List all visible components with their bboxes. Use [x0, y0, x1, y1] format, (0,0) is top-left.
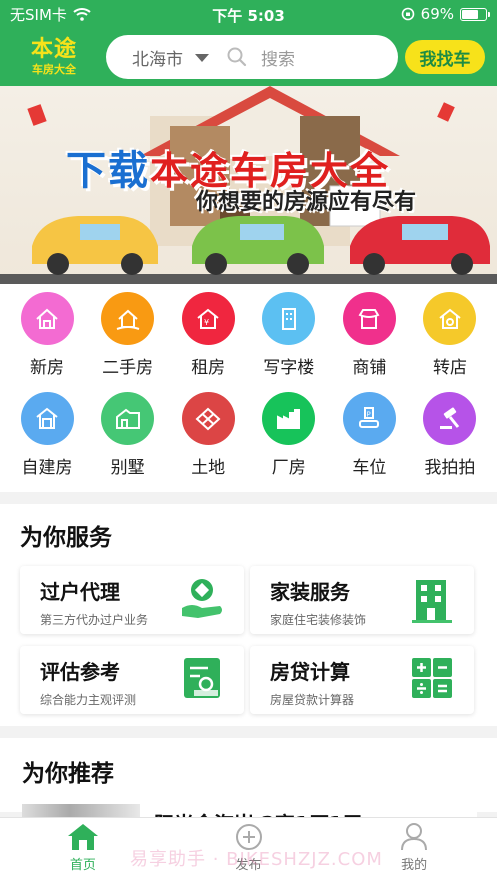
tab-bar: 首页 发布 我的 易享助手 · BIKESHZJZ.COM [0, 817, 497, 883]
category-row: 新房 二手房 ¥ 租房 写字楼 商铺 转店 [0, 292, 497, 392]
category-item[interactable]: 土地 [174, 392, 242, 492]
parking-icon: P [359, 406, 380, 428]
logo-sub-text: 车房大全 [32, 63, 76, 76]
service-card-mortgage[interactable]: 房贷计算 房屋贷款计算器 [250, 646, 474, 714]
status-bar: 无SIM卡 下午 5:03 69% [0, 0, 497, 28]
city-selector[interactable]: 北海市 [132, 45, 183, 70]
banner-slogan: 你想要的房源应有尽有 [196, 190, 417, 215]
service-card-evaluation[interactable]: 评估参考 综合能力主观评测 [20, 646, 244, 714]
villa-icon [115, 408, 140, 429]
service-card-transfer[interactable]: 过户代理 第三方代办过户业务 [20, 566, 244, 634]
category-icon-circle [20, 292, 74, 345]
logo-main-text: 本途 [30, 37, 77, 62]
services-title: 为你服务 [20, 525, 112, 551]
category-item[interactable]: 自建房 [13, 392, 81, 492]
app-screen: 无SIM卡 下午 5:03 69% 本途 车房大全 北海市 搜索 我找车 下载本… [0, 0, 497, 883]
category-item[interactable]: 厂房 [255, 392, 323, 492]
factory-icon [276, 408, 300, 429]
category-label: 厂房 [271, 458, 306, 478]
services-section: 为你服务 过户代理 第三方代办过户业务 家装服务 家庭住宅装修装饰 评估参考 综… [0, 504, 497, 726]
user-icon [401, 823, 428, 851]
shop-icon [358, 308, 380, 329]
category-label: 别墅 [110, 458, 145, 478]
category-icon-circle [101, 392, 155, 445]
recommend-title: 为你推荐 [22, 761, 114, 787]
category-icon-circle [262, 292, 316, 345]
calculator-icon [412, 658, 452, 698]
category-item[interactable]: 写字楼 [255, 292, 323, 392]
category-label: 二手房 [102, 358, 154, 378]
top-bar: 无SIM卡 下午 5:03 69% 本途 车房大全 北海市 搜索 我找车 [0, 0, 497, 86]
banner-title-blue: 下载 [66, 148, 150, 194]
new-house-icon [36, 308, 58, 329]
chevron-down-icon[interactable] [195, 54, 209, 62]
category-icon-circle [262, 392, 316, 445]
category-icon-circle [423, 292, 477, 345]
category-label: 我拍拍 [424, 458, 476, 478]
search-input[interactable]: 搜索 [261, 45, 295, 70]
category-icon-circle [20, 392, 74, 445]
battery-icon [460, 7, 490, 21]
category-icon-circle [423, 392, 477, 445]
category-item[interactable]: 新房 [13, 292, 81, 392]
category-item[interactable]: 我拍拍 [416, 392, 484, 492]
category-item[interactable]: 别墅 [94, 392, 162, 492]
category-icon-circle [342, 292, 396, 345]
category-icon-circle: P [342, 392, 396, 445]
battery-percent: 69% [420, 5, 454, 23]
transfer-shop-icon [439, 308, 461, 329]
recommend-section: 为你推荐 [0, 738, 497, 812]
category-label: 转店 [432, 358, 467, 378]
home-icon [67, 824, 98, 850]
app-logo: 本途 车房大全 [22, 37, 86, 76]
watermark-text: 易享助手 · BIKESHZJZ.COM [130, 849, 383, 870]
category-item[interactable]: 转店 [416, 292, 484, 392]
category-grid: 新房 二手房 ¥ 租房 写字楼 商铺 转店 自建房 别墅 土地 厂房 P 车位 我拍拍 [0, 284, 497, 492]
promo-banner[interactable]: 下载本途车房大全 你想要的房源应有尽有 [0, 86, 497, 284]
category-label: 土地 [191, 458, 226, 478]
wifi-icon [73, 8, 91, 21]
category-label: 新房 [30, 358, 64, 378]
category-icon-circle: ¥ [181, 292, 235, 345]
service-card-decoration[interactable]: 家装服务 家庭住宅装修装饰 [250, 566, 474, 634]
category-row: 自建房 别墅 土地 厂房 P 车位 我拍拍 [0, 392, 497, 492]
search-icon [227, 47, 247, 67]
auction-icon [439, 406, 460, 429]
self-built-house-icon [36, 407, 58, 429]
category-label: 车位 [352, 458, 387, 478]
tab-label: 首页 [69, 858, 96, 873]
header: 本途 车房大全 北海市 搜索 我找车 [0, 28, 497, 86]
category-label: 租房 [191, 358, 226, 378]
category-label: 写字楼 [263, 358, 315, 378]
land-icon [195, 407, 221, 430]
second-hand-house-icon [116, 309, 139, 330]
decoration-building-icon [412, 580, 452, 623]
office-building-icon [281, 307, 296, 330]
category-item[interactable]: 商铺 [335, 292, 403, 392]
section-divider [0, 492, 497, 504]
orientation-lock-icon [401, 7, 414, 21]
category-item[interactable]: P 车位 [335, 392, 403, 492]
rent-icon: ¥ [197, 308, 219, 329]
category-label: 商铺 [352, 358, 387, 378]
transfer-agent-icon [182, 579, 222, 618]
search-bar[interactable]: 北海市 搜索 [106, 35, 398, 79]
category-item[interactable]: ¥ 租房 [174, 292, 242, 392]
category-icon-circle [181, 392, 235, 445]
tab-label: 我的 [401, 858, 428, 873]
svg-text:¥: ¥ [204, 318, 209, 327]
services-grid: 过户代理 第三方代办过户业务 家装服务 家庭住宅装修装饰 评估参考 综合能力主观… [20, 566, 477, 714]
evaluation-icon [184, 658, 220, 698]
category-item[interactable]: 二手房 [94, 292, 162, 392]
svg-text:P: P [367, 410, 371, 418]
category-label: 自建房 [21, 458, 73, 478]
category-icon-circle [101, 292, 155, 345]
carrier-text: 无SIM卡 [10, 5, 67, 24]
find-car-button[interactable]: 我找车 [405, 40, 485, 74]
